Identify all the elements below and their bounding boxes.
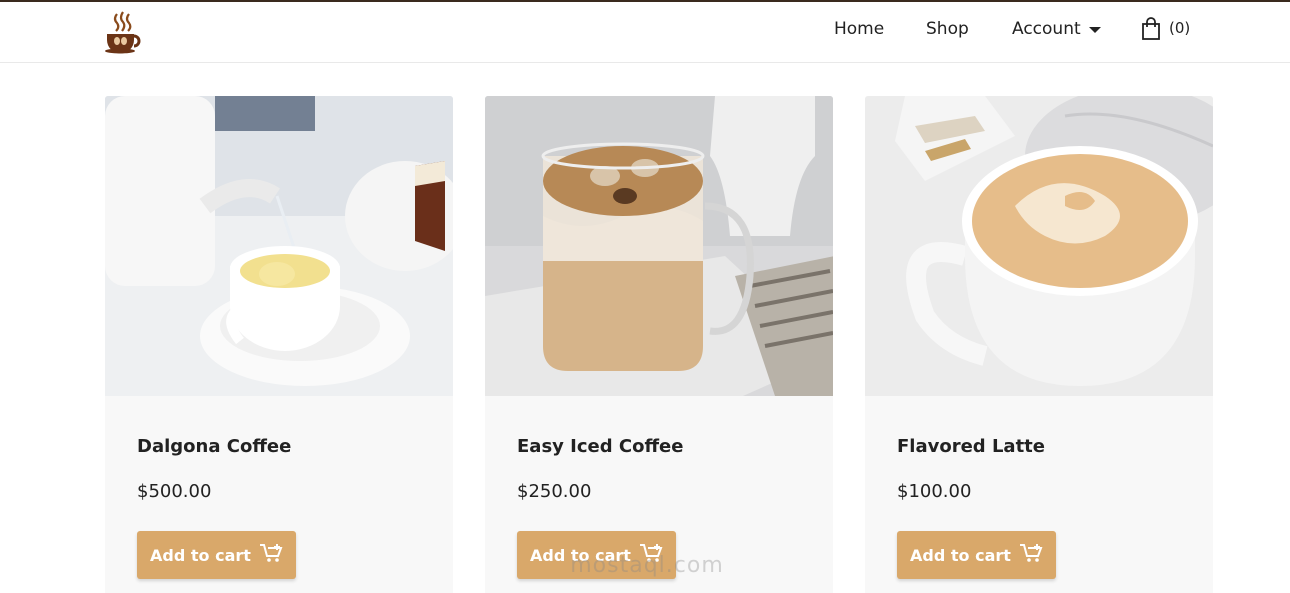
add-to-cart-icon (1019, 543, 1043, 567)
add-to-cart-label: Add to cart (150, 545, 251, 565)
add-to-cart-label: Add to cart (910, 545, 1011, 565)
shopping-bag-icon (1141, 17, 1161, 45)
product-image-dalgona[interactable] (105, 96, 453, 396)
add-to-cart-icon (639, 543, 663, 567)
product-title[interactable]: Dalgona Coffee (137, 436, 291, 457)
nav-home[interactable]: Home (834, 19, 884, 39)
nav-shop[interactable]: Shop (926, 19, 969, 39)
product-title[interactable]: Easy Iced Coffee (517, 436, 683, 457)
product-title[interactable]: Flavored Latte (897, 436, 1045, 457)
add-to-cart-button[interactable]: Add to cart (137, 531, 296, 579)
add-to-cart-label: Add to cart (530, 545, 631, 565)
product-card: Flavored Latte $100.00 Add to cart (865, 96, 1213, 593)
cart-button[interactable]: (0) (1141, 17, 1190, 45)
coffee-cup-logo-icon[interactable] (103, 10, 143, 54)
product-card: Dalgona Coffee $500.00 Add to cart (105, 96, 453, 593)
add-to-cart-button[interactable]: Add to cart (517, 531, 676, 579)
nav-account-label: Account (1012, 19, 1081, 39)
product-image-latte[interactable] (865, 96, 1213, 396)
nav-account[interactable]: Account (1012, 19, 1101, 39)
product-price: $100.00 (897, 481, 972, 502)
add-to-cart-icon (259, 543, 283, 567)
product-image-iced-coffee[interactable] (485, 96, 833, 396)
navbar: Home Shop Account (0) (0, 2, 1290, 63)
product-card: Easy Iced Coffee $250.00 Add to cart (485, 96, 833, 593)
product-price: $250.00 (517, 481, 592, 502)
cart-count: (0) (1169, 19, 1191, 37)
chevron-down-icon (1088, 27, 1101, 33)
product-price: $500.00 (137, 481, 212, 502)
add-to-cart-button[interactable]: Add to cart (897, 531, 1056, 579)
